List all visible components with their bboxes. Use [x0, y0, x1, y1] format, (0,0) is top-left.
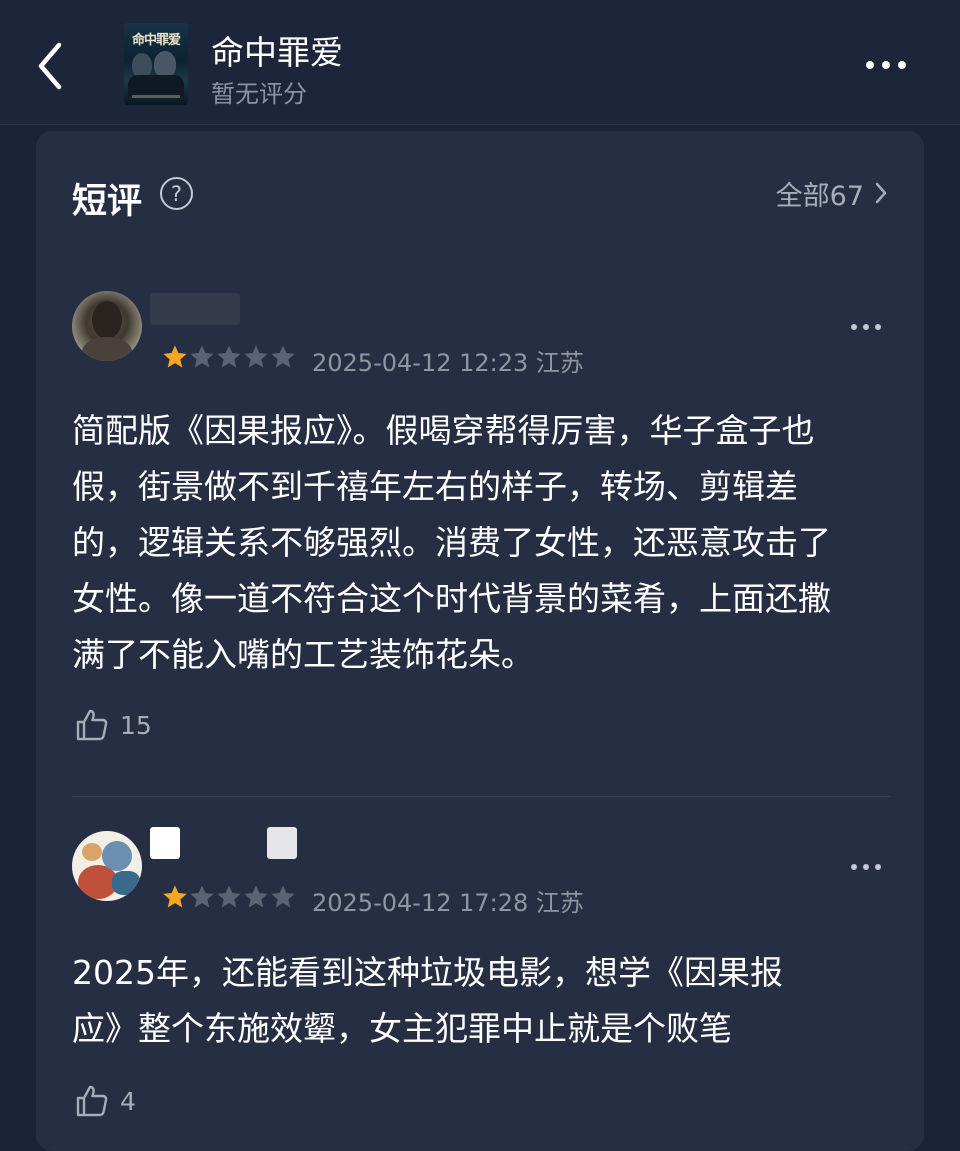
star-empty-icon: [271, 345, 295, 368]
star-empty-icon: [190, 885, 214, 908]
avatar[interactable]: [72, 291, 142, 361]
star-rating: [161, 883, 296, 911]
review-text: 简配版《因果报应》。假喝穿帮得厉害，华子盒子也 假，街景做不到千禧年左右的样子，…: [72, 403, 890, 683]
review-more-button[interactable]: [842, 315, 890, 339]
avatar[interactable]: [72, 831, 142, 901]
movie-rating: 暂无评分: [211, 80, 307, 108]
view-all-reviews-link[interactable]: 全部67: [775, 175, 888, 212]
thumbs-up-icon: [76, 709, 108, 741]
top-bar: 命中罪爱 命中罪爱 暂无评分: [0, 0, 960, 125]
star-empty-icon: [244, 345, 268, 368]
review-datetime: 2025-04-12 17:28: [312, 889, 529, 917]
review-text-line: 的，逻辑关系不够强烈。消费了女性，还恶意攻击了: [72, 523, 831, 562]
review-text-line: 应》整个东施效颦，女主犯罪中止就是个败笔: [72, 1009, 732, 1048]
question-circle-icon[interactable]: ?: [160, 177, 193, 210]
review-datetime: 2025-04-12 12:23: [312, 349, 529, 377]
like-button[interactable]: 4: [74, 1083, 136, 1119]
username-redacted[interactable]: [150, 827, 180, 859]
more-horizontal-icon: [851, 864, 857, 870]
review-text-line: 女性。像一道不符合这个时代背景的菜肴，上面还撒: [72, 579, 831, 618]
like-count: 15: [120, 710, 152, 740]
more-horizontal-icon: [866, 61, 874, 69]
more-horizontal-icon: [851, 324, 857, 330]
review-meta: 2025-04-12 17:28 江苏: [312, 883, 584, 918]
like-count: 4: [120, 1086, 136, 1116]
back-button[interactable]: [30, 38, 70, 94]
star-filled-icon: [163, 885, 187, 908]
movie-title: 命中罪爱: [211, 33, 343, 72]
movie-poster[interactable]: 命中罪爱: [124, 23, 188, 105]
star-empty-icon: [244, 885, 268, 908]
review-text-line: 满了不能入嘴的工艺装饰花朵。: [72, 635, 534, 674]
star-empty-icon: [190, 345, 214, 368]
chevron-left-icon: [38, 42, 62, 90]
view-all-label: 全部67: [775, 180, 864, 212]
review-location: 江苏: [535, 349, 584, 377]
review-text-line: 2025年，还能看到这种垃圾电影，想学《因果报: [72, 953, 783, 992]
review-more-button[interactable]: [842, 855, 890, 879]
section-title: 短评: [72, 182, 143, 222]
review-text-line: 简配版《因果报应》。假喝穿帮得厉害，华子盒子也: [72, 411, 815, 450]
like-button[interactable]: 15: [74, 707, 152, 743]
short-reviews-card: 短评 ? 全部67 2025-04-12 12:23 江苏 简配版《因果报应》。…: [36, 131, 924, 1151]
username-redacted[interactable]: [267, 827, 297, 859]
star-empty-icon: [271, 885, 295, 908]
star-rating: [161, 343, 296, 371]
star-empty-icon: [217, 345, 241, 368]
review-meta: 2025-04-12 12:23 江苏: [312, 343, 584, 378]
review-text: 2025年，还能看到这种垃圾电影，想学《因果报 应》整个东施效颦，女主犯罪中止就…: [72, 945, 890, 1057]
review-location: 江苏: [535, 889, 584, 917]
divider: [72, 796, 890, 797]
poster-title: 命中罪爱: [131, 33, 181, 48]
thumbs-up-icon: [76, 1085, 108, 1117]
more-options-button[interactable]: [856, 48, 916, 82]
username-redacted[interactable]: [150, 293, 240, 325]
star-filled-icon: [163, 345, 187, 368]
review-text-line: 假，街景做不到千禧年左右的样子，转场、剪辑差: [72, 467, 798, 506]
chevron-right-icon: [875, 182, 887, 204]
star-empty-icon: [217, 885, 241, 908]
